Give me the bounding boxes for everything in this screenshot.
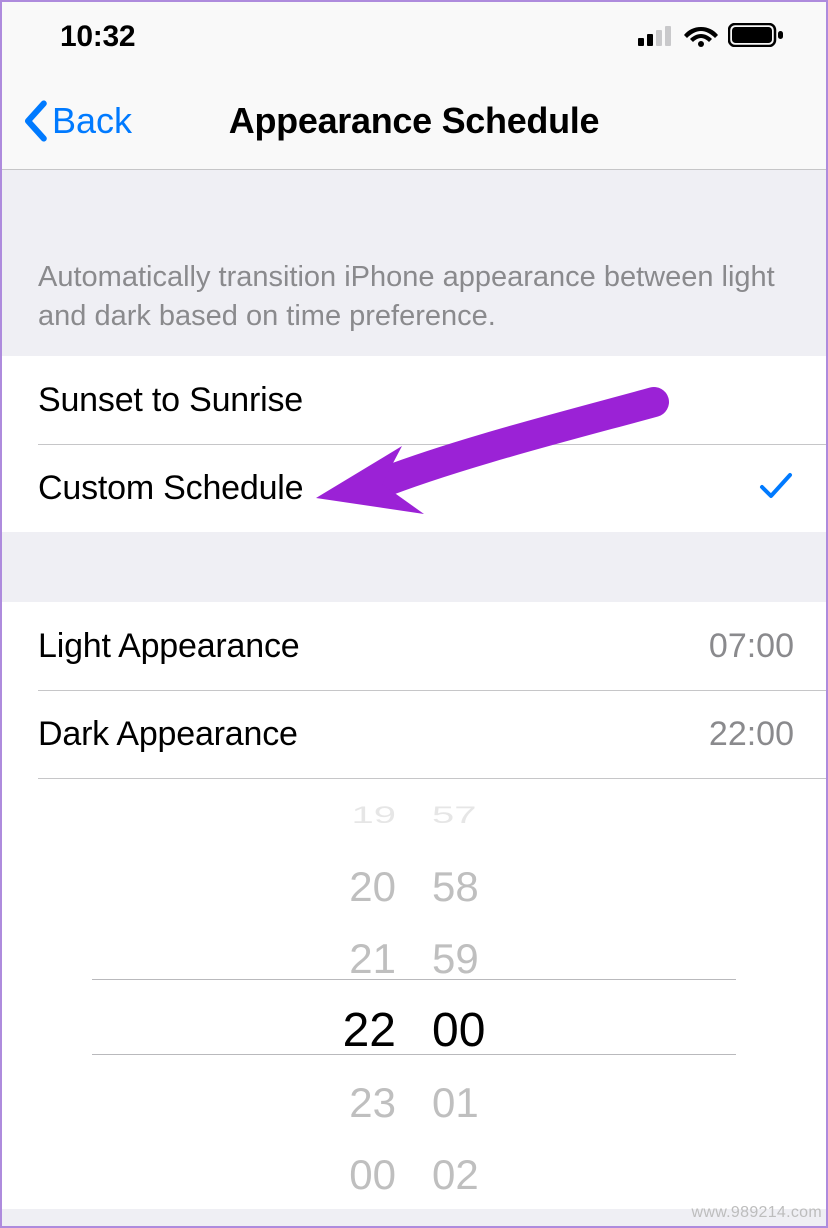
light-appearance-row[interactable]: Light Appearance 07:00 bbox=[2, 602, 826, 690]
schedule-times-section: Light Appearance 07:00 Dark Appearance 2… bbox=[2, 602, 826, 1209]
picker-hours-column[interactable]: 19 20 21 22 23 00 01 bbox=[194, 779, 414, 1209]
picker-item: 21 bbox=[194, 923, 414, 995]
section-gap bbox=[2, 532, 826, 602]
chevron-left-icon bbox=[22, 100, 48, 142]
back-button[interactable]: Back bbox=[22, 100, 132, 142]
watermark: www.989214.com bbox=[692, 1204, 823, 1222]
battery-icon bbox=[728, 23, 784, 52]
back-label: Back bbox=[52, 100, 132, 142]
dark-appearance-row[interactable]: Dark Appearance 22:00 bbox=[2, 690, 826, 778]
picker-item: 59 bbox=[414, 923, 634, 995]
picker-item: 58 bbox=[414, 851, 634, 923]
picker-minutes-column[interactable]: 57 58 59 00 01 02 03 bbox=[414, 779, 634, 1209]
picker-item-selected: 00 bbox=[414, 995, 634, 1067]
wifi-icon bbox=[684, 23, 718, 52]
time-picker[interactable]: 19 20 21 22 23 00 01 57 58 59 00 01 02 0… bbox=[2, 779, 826, 1209]
picker-item: 20 bbox=[194, 851, 414, 923]
light-appearance-time: 07:00 bbox=[709, 627, 794, 666]
picker-item: 19 bbox=[194, 794, 414, 837]
picker-item: 01 bbox=[414, 1067, 634, 1139]
status-time: 10:32 bbox=[60, 20, 135, 54]
picker-item: 23 bbox=[194, 1067, 414, 1139]
option-custom-schedule[interactable]: Custom Schedule bbox=[2, 444, 826, 532]
status-icons bbox=[638, 23, 784, 52]
row-label: Light Appearance bbox=[38, 627, 299, 666]
option-label: Sunset to Sunrise bbox=[38, 381, 303, 420]
cellular-icon bbox=[638, 24, 674, 51]
row-label: Dark Appearance bbox=[38, 715, 298, 754]
picker-item-selected: 22 bbox=[194, 995, 414, 1067]
checkmark-icon bbox=[758, 468, 794, 509]
picker-item: 00 bbox=[194, 1139, 414, 1209]
picker-item: 02 bbox=[414, 1139, 634, 1209]
page-title: Appearance Schedule bbox=[229, 100, 599, 142]
nav-bar: Back Appearance Schedule bbox=[2, 72, 826, 170]
schedule-mode-section: Sunset to Sunrise Custom Schedule bbox=[2, 356, 826, 532]
picker-item: 57 bbox=[414, 794, 634, 837]
status-bar: 10:32 bbox=[2, 2, 826, 72]
option-label: Custom Schedule bbox=[38, 469, 303, 508]
section-description: Automatically transition iPhone appearan… bbox=[2, 170, 826, 356]
dark-appearance-time: 22:00 bbox=[709, 715, 794, 754]
option-sunset-to-sunrise[interactable]: Sunset to Sunrise bbox=[2, 356, 826, 444]
